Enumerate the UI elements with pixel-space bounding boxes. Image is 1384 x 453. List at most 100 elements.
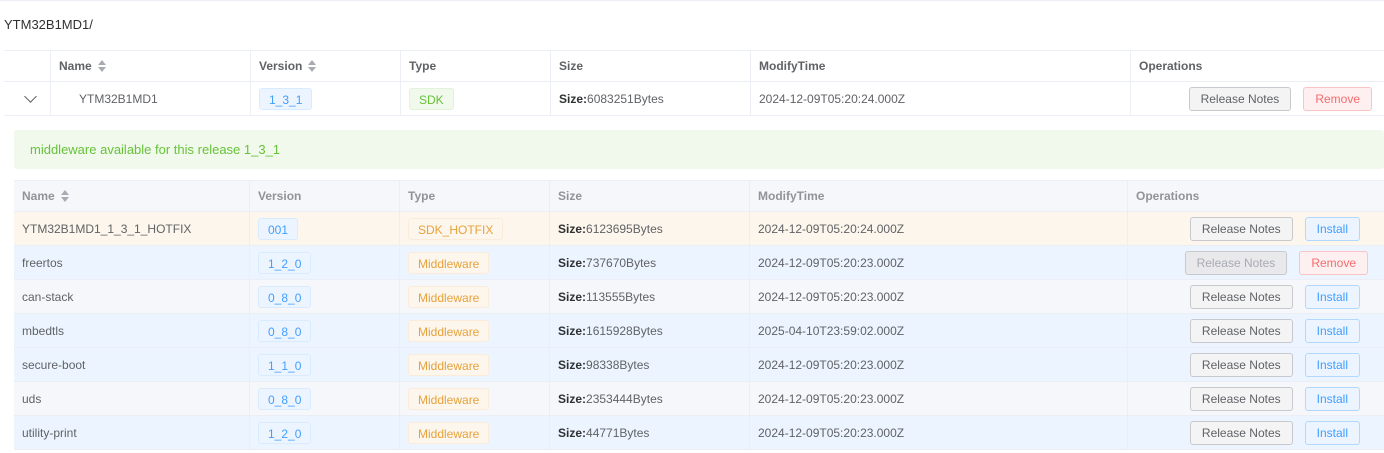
sort-caret-icon[interactable] — [60, 190, 69, 202]
top-divider — [0, 0, 1384, 1]
release-notes-button[interactable]: Release Notes — [1189, 420, 1293, 445]
table-header: Name Version Type Size ModifyTime Operat… — [14, 180, 1384, 212]
type-tag: SDK_HOTFIX — [408, 217, 504, 240]
row-size: Size: 737670Bytes — [550, 246, 750, 279]
sort-caret-icon[interactable] — [97, 60, 106, 72]
version-tag: 1_1_0 — [258, 353, 312, 376]
sort-caret-icon[interactable] — [308, 60, 317, 72]
column-header-version[interactable]: Version — [251, 51, 401, 81]
row-type: Middleware — [400, 382, 550, 415]
install-button[interactable]: Install — [1304, 420, 1360, 445]
expand-toggle[interactable] — [4, 82, 51, 115]
column-header-operations: Operations — [1131, 51, 1384, 81]
size-value: 113555Bytes — [586, 289, 656, 304]
row-name-text: freertos — [22, 255, 63, 270]
row-name: freertos — [14, 246, 250, 279]
row-operations: Release Notes Install — [1128, 416, 1384, 449]
size-label: Size: — [558, 391, 587, 406]
table-row: utility-print 1_2_0 Middleware Size: 4477… — [14, 416, 1384, 450]
chevron-down-icon[interactable] — [24, 89, 37, 103]
release-notes-button[interactable]: Release Notes — [1189, 216, 1293, 241]
install-button[interactable]: Install — [1304, 386, 1360, 411]
column-header-label: Version — [259, 59, 303, 73]
row-size: Size: 113555Bytes — [550, 280, 750, 313]
size-value: 737670Bytes — [586, 255, 657, 270]
sdk-operations: Release Notes Remove — [1131, 82, 1384, 115]
row-size: Size: 1615928Bytes — [550, 314, 750, 347]
column-header-label: Size — [559, 59, 584, 73]
release-notes-button[interactable]: Release Notes — [1189, 318, 1293, 343]
version-tag: 0_8_0 — [258, 285, 312, 308]
type-tag: Middleware — [408, 319, 490, 342]
column-header-type: Type — [401, 51, 551, 81]
column-header-label: Size — [558, 189, 583, 203]
table-row: can-stack 0_8_0 Middleware Size: 113555By… — [14, 280, 1384, 314]
row-version: 0_8_0 — [250, 382, 400, 415]
row-operations: Release Notes Remove — [1128, 246, 1384, 279]
column-header-label: Name — [22, 189, 55, 203]
install-button[interactable]: Install — [1304, 352, 1360, 377]
type-tag: Middleware — [408, 387, 490, 410]
row-name: can-stack — [14, 280, 250, 313]
remove-button[interactable]: Remove — [1299, 250, 1368, 275]
install-button[interactable]: Install — [1304, 318, 1360, 343]
modify-time-text: 2024-12-09T05:20:23.000Z — [758, 289, 905, 304]
row-type: Middleware — [400, 416, 550, 449]
release-notes-button[interactable]: Release Notes — [1189, 386, 1293, 411]
row-modify-time: 2024-12-09T05:20:24.000Z — [750, 212, 1128, 245]
type-tag: Middleware — [408, 251, 490, 274]
sdk-size-cell: Size: 6083251Bytes — [551, 82, 751, 115]
release-notes-button[interactable]: Release Notes — [1189, 352, 1293, 377]
breadcrumb-path: YTM32B1MD1/ — [4, 17, 93, 32]
release-notes-button[interactable]: Release Notes — [1184, 250, 1288, 275]
column-header-label: Operations — [1139, 59, 1203, 73]
table-row: secure-boot 1_1_0 Middleware Size: 98338B… — [14, 348, 1384, 382]
row-name: mbedtls — [14, 314, 250, 347]
column-header-label: Type — [408, 189, 436, 203]
install-button[interactable]: Install — [1304, 216, 1360, 241]
column-header-modify-time: ModifyTime — [750, 181, 1128, 211]
remove-button[interactable]: Remove — [1303, 86, 1372, 111]
row-operations: Release Notes Install — [1128, 280, 1384, 313]
column-header-size: Size — [551, 51, 751, 81]
row-type: Middleware — [400, 280, 550, 313]
row-name: YTM32B1MD1_1_3_1_HOTFIX — [14, 212, 250, 245]
sdk-version-cell: 1_3_1 — [251, 82, 401, 115]
row-version: 0_8_0 — [250, 314, 400, 347]
size-label: Size: — [558, 221, 587, 236]
row-size: Size: 6123695Bytes — [550, 212, 750, 245]
row-version: 001 — [250, 212, 400, 245]
column-header-label: ModifyTime — [758, 189, 825, 203]
version-tag: 1_3_1 — [259, 87, 313, 110]
size-label: Size: — [558, 289, 587, 304]
row-name: secure-boot — [14, 348, 250, 381]
sdk-name: YTM32B1MD1 — [51, 82, 251, 115]
row-name: utility-print — [14, 416, 250, 449]
row-size: Size: 98338Bytes — [550, 348, 750, 381]
row-name-text: YTM32B1MD1_1_3_1_HOTFIX — [22, 221, 192, 236]
version-tag: 1_2_0 — [258, 421, 312, 444]
column-header-modify-time: ModifyTime — [751, 51, 1131, 81]
column-header-label: Name — [59, 59, 92, 73]
middleware-table: Name Version Type Size ModifyTime Operat… — [14, 180, 1384, 450]
row-name-text: secure-boot — [22, 357, 86, 372]
release-notes-button[interactable]: Release Notes — [1189, 284, 1293, 309]
modify-time-text: 2024-12-09T05:20:24.000Z — [759, 91, 906, 106]
column-header-name[interactable]: Name — [51, 51, 251, 81]
table-row-sdk: YTM32B1MD1 1_3_1 SDK Size: 6083251Bytes 2… — [4, 82, 1384, 116]
size-value: 6083251Bytes — [587, 91, 664, 106]
install-button[interactable]: Install — [1304, 284, 1360, 309]
size-value: 6123695Bytes — [586, 221, 663, 236]
row-version: 1_2_0 — [250, 246, 400, 279]
size-value: 2353444Bytes — [586, 391, 663, 406]
expanded-row-content: middleware available for this release 1_… — [4, 116, 1384, 453]
modify-time-text: 2024-12-09T05:20:23.000Z — [758, 357, 905, 372]
row-version: 1_1_0 — [250, 348, 400, 381]
release-notes-button[interactable]: Release Notes — [1188, 86, 1292, 111]
table-row: freertos 1_2_0 Middleware Size: 737670Byt… — [14, 246, 1384, 280]
row-name: uds — [14, 382, 250, 415]
column-header-label: Version — [258, 189, 302, 203]
row-size: Size: 44771Bytes — [550, 416, 750, 449]
row-type: SDK_HOTFIX — [400, 212, 550, 245]
column-header-name[interactable]: Name — [14, 181, 250, 211]
